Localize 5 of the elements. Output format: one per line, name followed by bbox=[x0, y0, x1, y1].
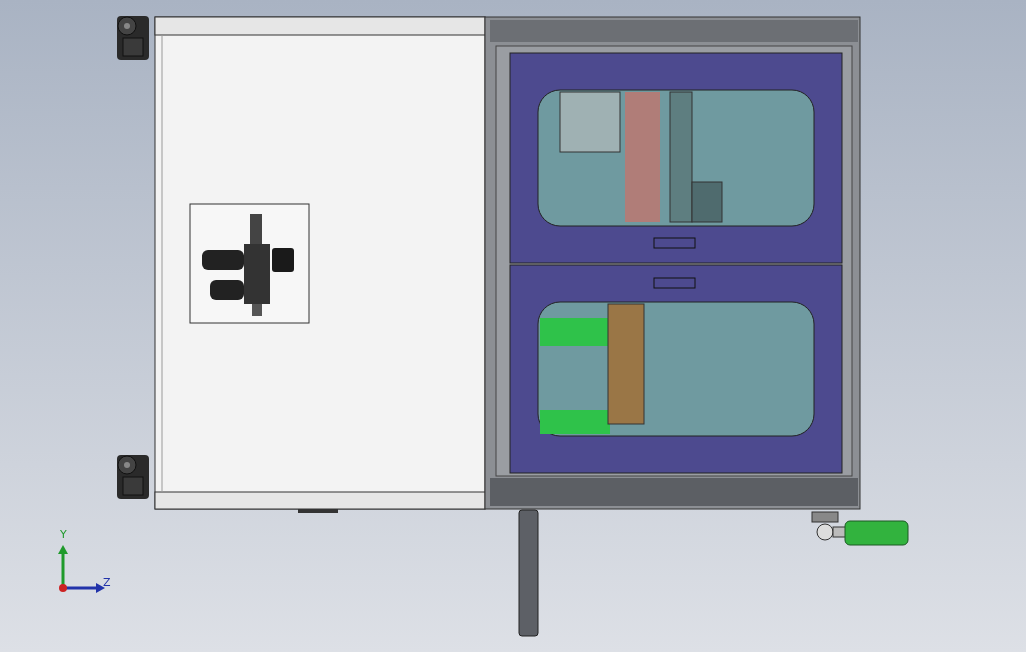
axis-triad-icon bbox=[58, 545, 105, 593]
caster-drawing bbox=[117, 16, 149, 60]
caster-drawing bbox=[117, 455, 149, 499]
z-axis-label: Z bbox=[103, 576, 111, 589]
y-axis-label: Y bbox=[60, 528, 67, 541]
